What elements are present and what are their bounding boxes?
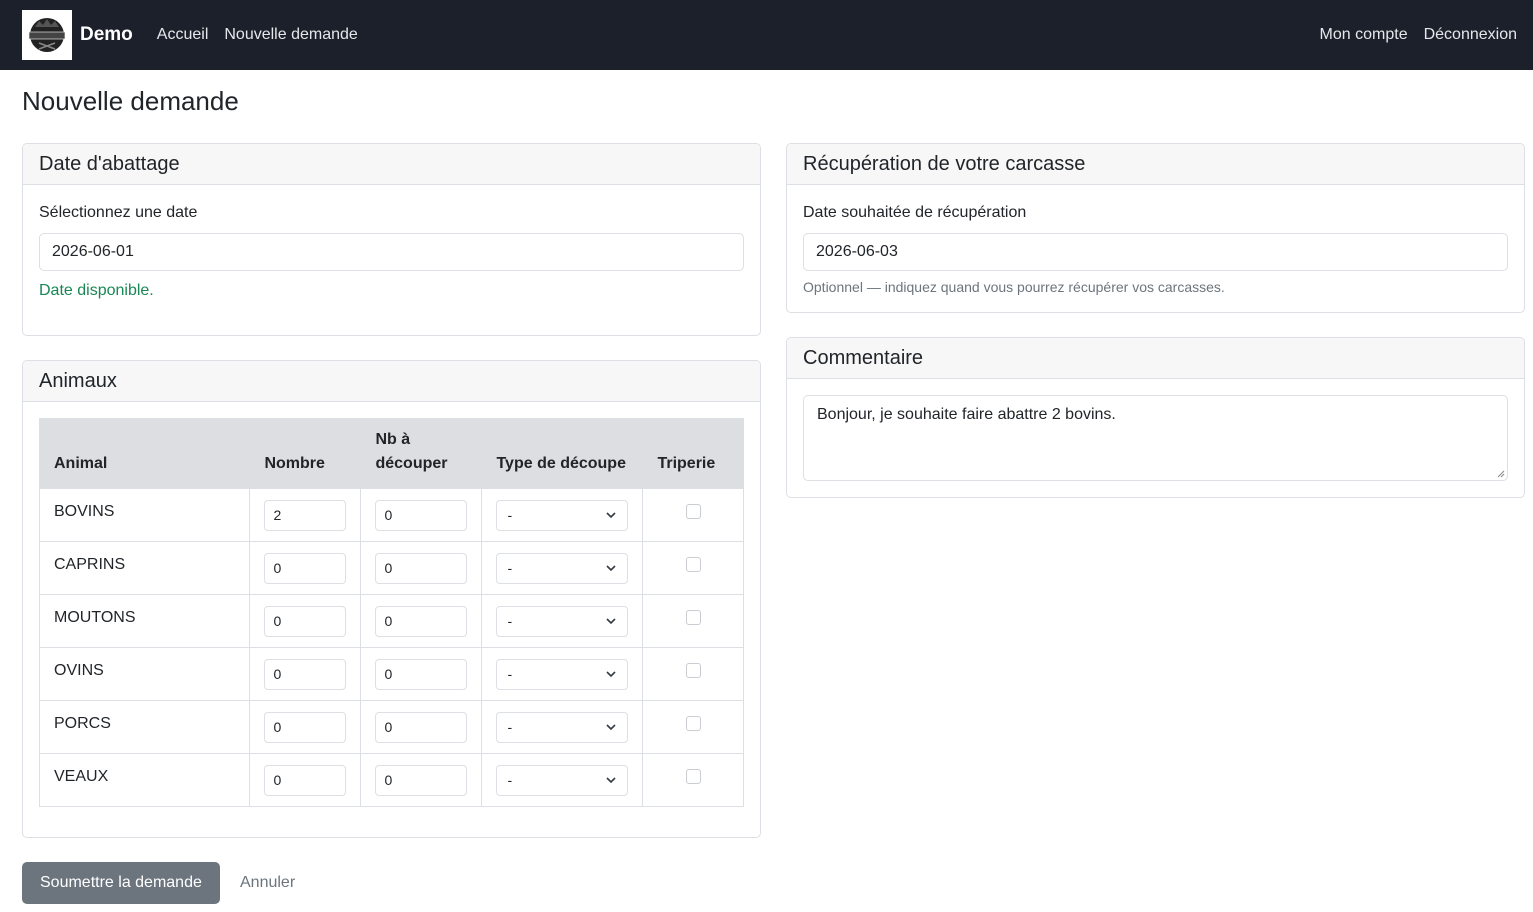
animaux-card: Animaux Animal Nombre Nb à découper Type…	[22, 360, 761, 838]
recuperation-date-label: Date souhaitée de récupération	[803, 204, 1027, 221]
triperie-checkbox[interactable]	[685, 663, 701, 678]
nav-link-accueil[interactable]: Accueil	[157, 26, 209, 44]
nombre-input[interactable]: 0	[264, 658, 347, 690]
nombre-input[interactable]: 0	[264, 711, 347, 743]
date-abattage-card-title: Date d'abattage	[23, 144, 760, 185]
date-abattage-label: Sélectionnez une date	[39, 204, 198, 221]
animal-name: PORCS	[38, 700, 251, 754]
col-header-nb-a-decouper: Nb à découper	[360, 418, 483, 489]
nb-a-decouper-input[interactable]: 0	[375, 499, 468, 531]
cancel-link[interactable]: Annuler	[240, 862, 295, 904]
type-decoupe-value: -	[507, 772, 513, 788]
type-decoupe-select[interactable]: -	[496, 552, 629, 584]
commentaire-card: Commentaire Bonjour, je souhaite faire a…	[786, 337, 1525, 498]
type-decoupe-select[interactable]: -	[496, 658, 629, 690]
col-header-nombre: Nombre	[249, 418, 362, 489]
recuperation-date-input[interactable]: 2026-06-03	[803, 233, 1508, 271]
type-decoupe-value: -	[507, 666, 513, 682]
table-header-row: Animal Nombre Nb à découper Type de déco…	[38, 418, 744, 489]
type-decoupe-value: -	[507, 507, 513, 523]
type-decoupe-select[interactable]: -	[496, 499, 629, 531]
chevron-down-icon	[606, 724, 617, 731]
date-abattage-input[interactable]: 2026-06-01	[39, 233, 744, 271]
nav-link-mon-compte[interactable]: Mon compte	[1320, 26, 1408, 44]
logo-emblem-icon	[28, 18, 66, 52]
submit-request-button[interactable]: Soumettre la demande	[22, 862, 220, 904]
table-row: PORCS 0 0 -	[38, 700, 744, 754]
navbar: Demo Accueil Nouvelle demande Mon compte…	[0, 0, 1533, 70]
commentaire-textarea[interactable]: Bonjour, je souhaite faire abattre 2 bov…	[803, 395, 1508, 481]
type-decoupe-select[interactable]: -	[496, 605, 629, 637]
table-row: VEAUX 0 0 -	[38, 753, 744, 807]
animal-name: MOUTONS	[38, 594, 251, 648]
triperie-checkbox[interactable]	[685, 504, 701, 519]
nb-a-decouper-input[interactable]: 0	[375, 552, 468, 584]
nb-a-decouper-input[interactable]: 0	[375, 658, 468, 690]
triperie-checkbox[interactable]	[685, 557, 701, 572]
date-available-message: Date disponible.	[39, 282, 154, 299]
nb-a-decouper-input[interactable]: 0	[375, 711, 468, 743]
chevron-down-icon	[606, 512, 617, 519]
col-header-animal: Animal	[38, 418, 251, 489]
nombre-input[interactable]: 0	[264, 764, 347, 796]
type-decoupe-select[interactable]: -	[496, 764, 629, 796]
type-decoupe-value: -	[507, 613, 513, 629]
commentaire-text: Bonjour, je souhaite faire abattre 2 bov…	[817, 406, 1116, 423]
animaux-card-title: Animaux	[23, 361, 760, 402]
triperie-checkbox[interactable]	[685, 716, 701, 731]
nav-link-deconnexion[interactable]: Déconnexion	[1424, 26, 1517, 44]
type-decoupe-select[interactable]: -	[496, 711, 629, 743]
date-abattage-card: Date d'abattage Sélectionnez une date 20…	[22, 143, 761, 336]
animal-name: VEAUX	[38, 753, 251, 807]
nombre-input[interactable]: 2	[264, 499, 347, 531]
abattoir-logo[interactable]	[22, 10, 72, 60]
nombre-input[interactable]: 0	[264, 552, 347, 584]
triperie-checkbox[interactable]	[685, 769, 701, 784]
table-row: CAPRINS 0 0 -	[38, 541, 744, 595]
table-row: OVINS 0 0 -	[38, 647, 744, 701]
recuperation-card: Récupération de votre carcasse Date souh…	[786, 143, 1525, 313]
chevron-down-icon	[606, 565, 617, 572]
col-header-triperie: Triperie	[642, 418, 744, 489]
animal-name: BOVINS	[38, 488, 251, 542]
animal-name: OVINS	[38, 647, 251, 701]
nav-link-nouvelle-demande[interactable]: Nouvelle demande	[224, 26, 357, 44]
chevron-down-icon	[606, 777, 617, 784]
table-row: BOVINS 2 0 -	[38, 488, 744, 542]
nb-a-decouper-input[interactable]: 0	[375, 605, 468, 637]
nombre-input[interactable]: 0	[264, 605, 347, 637]
brand-name[interactable]: Demo	[80, 24, 133, 46]
resize-handle-icon[interactable]	[1497, 470, 1505, 478]
commentaire-card-title: Commentaire	[787, 338, 1524, 379]
type-decoupe-value: -	[507, 719, 513, 735]
recuperation-help-text: Optionnel — indiquez quand vous pourrez …	[803, 279, 1225, 295]
type-decoupe-value: -	[507, 560, 513, 576]
animal-name: CAPRINS	[38, 541, 251, 595]
col-header-type-decoupe: Type de découpe	[481, 418, 644, 489]
page-title: Nouvelle demande	[22, 86, 239, 116]
nb-a-decouper-input[interactable]: 0	[375, 764, 468, 796]
triperie-checkbox[interactable]	[685, 610, 701, 625]
chevron-down-icon	[606, 618, 617, 625]
table-row: MOUTONS 0 0 -	[38, 594, 744, 648]
animals-table: Animal Nombre Nb à découper Type de déco…	[38, 418, 744, 807]
recuperation-card-title: Récupération de votre carcasse	[787, 144, 1524, 185]
chevron-down-icon	[606, 671, 617, 678]
